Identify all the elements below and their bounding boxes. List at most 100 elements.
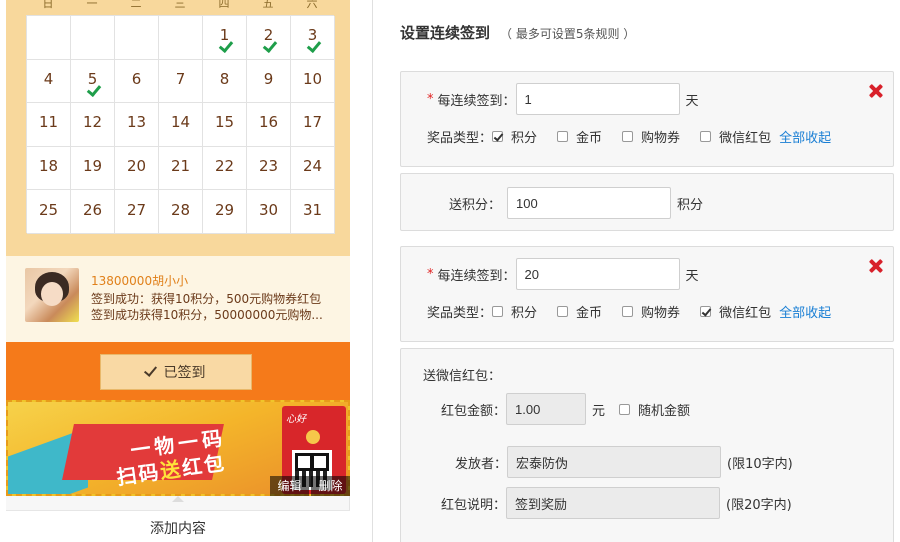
calendar-day-number: 15 <box>214 113 235 132</box>
points-input[interactable] <box>507 187 672 219</box>
rule-days-unit: 天 <box>685 93 699 109</box>
weekday-label: 四 <box>218 0 230 10</box>
calendar-day[interactable]: 26 <box>71 190 115 234</box>
delete-button[interactable]: 删除 <box>311 476 350 496</box>
calendar-day[interactable]: 25 <box>27 190 71 234</box>
collapse-all-link[interactable]: 全部收起 <box>779 302 831 321</box>
prize-option-coins[interactable]: 金币 <box>557 302 602 321</box>
signed-button-label: 已签到 <box>163 365 206 381</box>
calendar-day[interactable]: 20 <box>115 146 159 191</box>
panel-title: 设置连续签到 （ 最多可设置5条规则 ） <box>400 22 635 43</box>
calendar-day[interactable]: 12 <box>71 103 115 147</box>
calendar-day[interactable]: 6 <box>115 59 159 104</box>
calendar-day[interactable]: 10 <box>291 59 335 104</box>
weekday-label: 一 <box>86 0 98 10</box>
checkbox[interactable] <box>492 131 504 142</box>
calendar-day[interactable]: 18 <box>27 146 71 191</box>
calendar-day[interactable]: 27 <box>115 190 159 234</box>
calendar-day[interactable]: 9 <box>247 59 291 104</box>
calendar-day[interactable]: 2 <box>247 16 291 60</box>
calendar-day-number: 26 <box>82 200 103 219</box>
calendar-day[interactable]: 14 <box>159 103 203 147</box>
option-label: 金币 <box>576 131 603 146</box>
prize-option-coupon[interactable]: 购物券 <box>622 127 680 146</box>
sender-limit: (限10字内) <box>727 456 793 472</box>
calendar-day[interactable]: 19 <box>71 146 115 191</box>
calendar-day[interactable]: 30 <box>247 190 291 234</box>
prize-option-wechat-redpacket[interactable]: 微信红包 <box>700 302 771 321</box>
calendar-day[interactable]: 17 <box>291 103 335 147</box>
calendar-day-number: 27 <box>126 200 147 219</box>
amount-label: 红包金额： <box>441 403 507 419</box>
calendar-day <box>115 16 159 60</box>
calendar-day[interactable]: 4 <box>27 59 71 104</box>
rule-days-label: 每连续签到： <box>437 268 516 284</box>
calendar-day-number: 12 <box>82 113 103 132</box>
user-name: 13800000胡小小 <box>91 274 189 288</box>
prize-option-coins[interactable]: 金币 <box>557 127 602 146</box>
prize-option-coupon[interactable]: 购物券 <box>622 302 680 321</box>
checkbox[interactable] <box>619 403 631 415</box>
calendar-day[interactable]: 22 <box>203 146 247 191</box>
calendar-day[interactable]: 7 <box>159 59 203 104</box>
prize-option-points[interactable]: 积分 <box>492 127 537 146</box>
collapse-all-link[interactable]: 全部收起 <box>779 127 831 146</box>
rule-days-input[interactable] <box>515 258 680 290</box>
checkbox[interactable] <box>700 131 712 142</box>
sender-input[interactable] <box>507 446 722 478</box>
desc-input[interactable] <box>506 487 721 519</box>
banner-text-2c: 红包 <box>180 450 228 481</box>
calendar-day-number: 19 <box>82 157 103 176</box>
weekday-label: 六 <box>306 0 318 10</box>
calendar-day-number: 29 <box>214 200 235 219</box>
random-amount-option[interactable]: 随机金额 <box>619 400 690 419</box>
wechat-redpacket-card: 送微信红包： 红包金额： 元 随机金额 发放者： (限10字内) 红包说明： (… <box>400 348 894 542</box>
signed-button[interactable]: 已签到 <box>100 354 252 390</box>
calendar-grid: 1 2 3 4 5 6 7 8 9 10 11 12 13 14 15 16 17 18 19 20 21 22 23 24 2… <box>26 15 335 234</box>
option-label: 随机金额 <box>638 403 691 419</box>
amount-input[interactable] <box>506 393 587 425</box>
required-mark: * <box>427 91 434 107</box>
calendar-day[interactable]: 31 <box>291 190 335 234</box>
calendar-day[interactable]: 15 <box>203 103 247 147</box>
checkbox[interactable] <box>557 306 569 317</box>
calendar-day-number: 31 <box>302 200 323 219</box>
calendar-day[interactable]: 8 <box>203 59 247 104</box>
checkbox[interactable] <box>492 306 504 317</box>
calendar-day[interactable]: 21 <box>159 146 203 191</box>
calendar-day[interactable]: 23 <box>247 146 291 191</box>
calendar-day[interactable]: 3 <box>291 16 335 60</box>
prize-type-label: 奖品类型： <box>427 306 493 321</box>
calendar-day[interactable]: 5 <box>71 59 115 104</box>
calendar-day[interactable]: 16 <box>247 103 291 147</box>
prize-option-wechat-redpacket[interactable]: 微信红包 <box>700 127 771 146</box>
calendar-day[interactable]: 11 <box>27 103 71 147</box>
calendar-day[interactable]: 1 <box>203 16 247 60</box>
checkbox[interactable] <box>622 131 634 142</box>
calendar-day-number: 28 <box>170 200 191 219</box>
rule-card-1: * 每连续签到： 天 奖品类型： 积分 金币 购物券 微信红包 全部收起 <box>400 71 894 167</box>
checkbox[interactable] <box>700 306 712 317</box>
add-content-button[interactable]: 添加内容 <box>6 510 350 542</box>
page-root: 日 一 二 三 四 五 六 1 2 3 4 5 6 7 8 9 10 11 12 13 14 15 16 17 1… <box>0 0 900 542</box>
desc-limit: (限20字内) <box>726 497 792 513</box>
calendar-day-number: 9 <box>263 69 274 88</box>
amount-row: 红包金额： 元 随机金额 <box>441 393 710 425</box>
sign-band: 已签到 <box>6 342 350 400</box>
calendar-day-number: 16 <box>258 113 279 132</box>
checkbox[interactable] <box>557 131 569 142</box>
calendar-area: 日 一 二 三 四 五 六 1 2 3 4 5 6 7 8 9 10 11 12 13 14 15 16 17 1… <box>6 0 350 256</box>
calendar-day[interactable]: 29 <box>203 190 247 234</box>
weekday-label: 五 <box>262 0 274 10</box>
rule-days-input[interactable] <box>515 83 680 115</box>
edit-button[interactable]: 编辑 <box>270 476 309 496</box>
checkbox[interactable] <box>622 306 634 317</box>
calendar-day-number: 4 <box>43 69 54 88</box>
calendar-day[interactable]: 24 <box>291 146 335 191</box>
phone-preview: 日 一 二 三 四 五 六 1 2 3 4 5 6 7 8 9 10 11 12 13 14 15 16 17 1… <box>6 0 350 542</box>
delete-rule-icon[interactable] <box>869 84 883 98</box>
calendar-day[interactable]: 28 <box>159 190 203 234</box>
prize-option-points[interactable]: 积分 <box>492 302 537 321</box>
calendar-day[interactable]: 13 <box>115 103 159 147</box>
delete-rule-icon[interactable] <box>869 259 883 273</box>
